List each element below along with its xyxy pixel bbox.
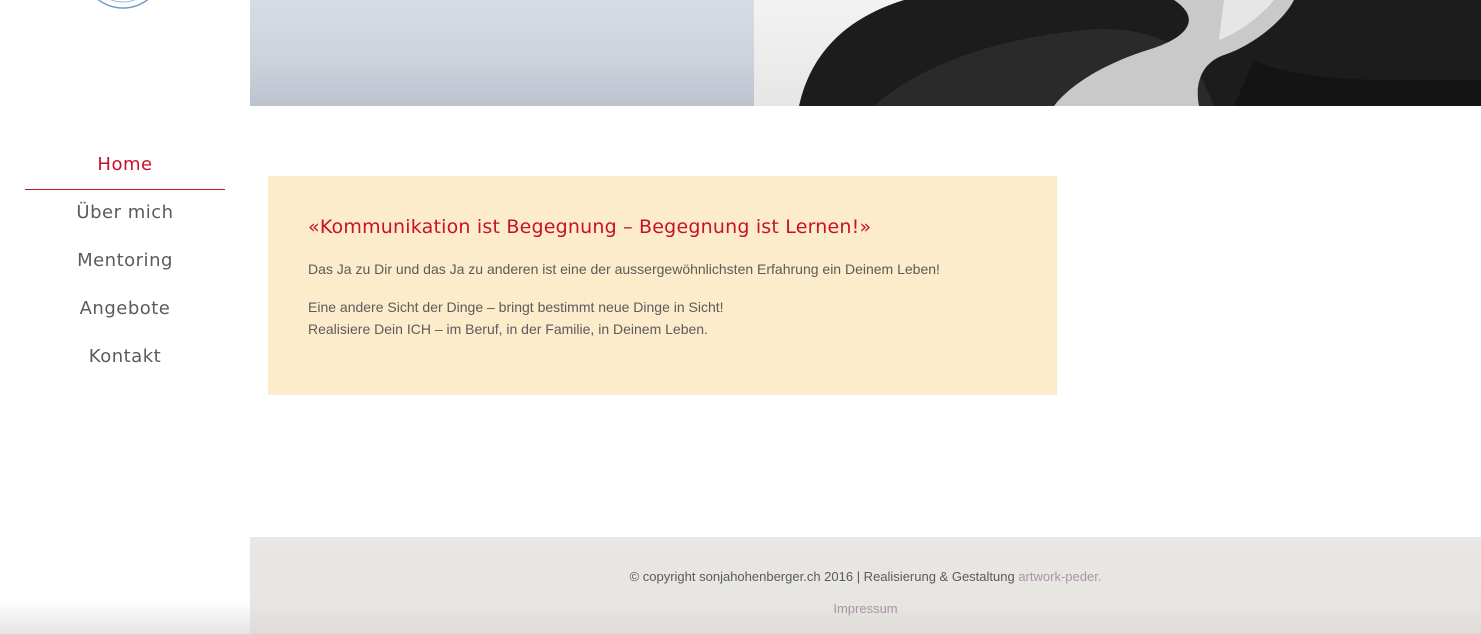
footer: © copyright sonjahohenberger.ch 2016 | R… [250,537,1481,634]
nav-item-mentoring[interactable]: Mentoring [25,238,225,286]
footer-impressum-row: Impressum [250,601,1481,616]
nav-item-ueber-mich[interactable]: Über mich [25,190,225,238]
main-nav: Home Über mich Mentoring Angebote Kontak… [25,142,225,382]
hero-banner [250,0,1481,106]
footer-copyright-line: © copyright sonjahohenberger.ch 2016 | R… [250,569,1481,584]
page: Home Über mich Mentoring Angebote Kontak… [0,0,1481,634]
quote-title: «Kommunikation ist Begegnung – Begegnung… [308,216,872,238]
footer-credit-link[interactable]: artwork-peder. [1018,569,1101,584]
nav-item-kontakt[interactable]: Kontakt [25,334,225,382]
circle-logo-icon[interactable] [75,0,171,10]
quote-paragraph-2: Eine andere Sicht der Dinge – bringt bes… [308,296,1017,340]
quote-paragraph-1: Das Ja zu Dir und das Ja zu anderen ist … [308,261,940,277]
sidebar: Home Über mich Mentoring Angebote Kontak… [0,0,250,634]
quote-paragraph-2-line-1: Eine andere Sicht der Dinge – bringt bes… [308,299,724,315]
footer-copyright-text: © copyright sonjahohenberger.ch 2016 | R… [629,569,1019,584]
quote-paragraph-2-line-2: Realisiere Dein ICH – im Beruf, in der F… [308,321,708,337]
nav-item-angebote[interactable]: Angebote [25,286,225,334]
hero-sky-image [250,0,754,106]
sidebar-bottom-fade [0,600,250,634]
quote-box: «Kommunikation ist Begegnung – Begegnung… [268,176,1057,395]
nav-item-home[interactable]: Home [25,142,225,190]
impressum-link[interactable]: Impressum [833,601,897,616]
hero-portrait-image [754,0,1481,106]
